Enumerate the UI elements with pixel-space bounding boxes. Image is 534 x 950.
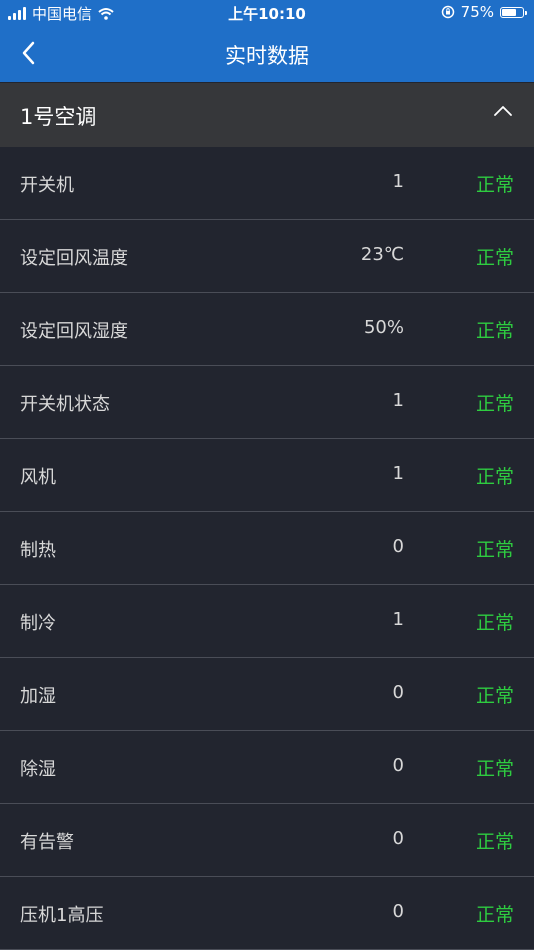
chevron-up-icon[interactable] <box>494 105 512 117</box>
status-text: 正常 <box>475 320 514 342</box>
battery-icon <box>500 6 527 18</box>
row-value: 0 <box>392 901 404 922</box>
row-value: 1 <box>392 171 404 192</box>
rotation-lock-icon <box>441 5 454 19</box>
row-label: 除湿 <box>20 759 56 780</box>
status-right: 75% <box>441 3 527 21</box>
battery-fill <box>502 8 516 16</box>
row-value: 0 <box>392 536 404 557</box>
row-label: 制热 <box>20 540 56 561</box>
status-text: 正常 <box>475 393 514 415</box>
row-label: 有告警 <box>20 832 74 853</box>
list-item: 除湿 0 正常 <box>0 731 534 804</box>
status-text: 正常 <box>475 758 514 780</box>
status-text: 正常 <box>475 685 514 707</box>
row-value: 1 <box>392 390 404 411</box>
row-label: 开关机状态 <box>20 394 110 415</box>
list-item: 压机1高压 0 正常 <box>0 877 534 950</box>
row-value: 1 <box>392 463 404 484</box>
row-label: 设定回风温度 <box>20 248 128 269</box>
row-label: 制冷 <box>20 613 56 634</box>
list-item: 开关机 1 正常 <box>0 147 534 220</box>
status-bar: 中国电信 上午10:10 75% <box>0 0 534 24</box>
list-item: 加湿 0 正常 <box>0 658 534 731</box>
row-label: 设定回风湿度 <box>20 321 128 342</box>
status-text: 正常 <box>475 247 514 269</box>
status-text: 正常 <box>475 904 514 926</box>
status-text: 正常 <box>475 539 514 561</box>
status-text: 正常 <box>475 174 514 196</box>
row-value: 0 <box>392 682 404 703</box>
group-header-ac1[interactable]: 1号空调 <box>0 83 534 147</box>
list-item: 设定回风温度 23℃ 正常 <box>0 220 534 293</box>
list-item: 风机 1 正常 <box>0 439 534 512</box>
data-list: 开关机 1 正常 设定回风温度 23℃ 正常 设定回风湿度 50% 正常 开关机状态 1 正常 风机 1 正… <box>0 147 534 950</box>
row-value: 23℃ <box>360 244 404 265</box>
row-label: 加湿 <box>20 686 56 707</box>
battery-percent: 75% <box>460 3 494 21</box>
status-text: 正常 <box>475 612 514 634</box>
row-label: 风机 <box>20 467 56 488</box>
navigation-bar: 实时数据 <box>0 24 534 82</box>
row-value: 50% <box>363 317 404 338</box>
row-value: 0 <box>392 755 404 776</box>
status-text: 正常 <box>475 466 514 488</box>
page-title: 实时数据 <box>225 44 309 68</box>
status-text: 正常 <box>475 831 514 853</box>
list-item: 有告警 0 正常 <box>0 804 534 877</box>
list-item: 开关机状态 1 正常 <box>0 366 534 439</box>
row-label: 压机1高压 <box>20 905 104 926</box>
group-title: 1号空调 <box>20 105 97 129</box>
row-label: 开关机 <box>20 175 74 196</box>
row-value: 0 <box>392 828 404 849</box>
list-item: 制热 0 正常 <box>0 512 534 585</box>
list-item: 制冷 1 正常 <box>0 585 534 658</box>
row-value: 1 <box>392 609 404 630</box>
list-item: 设定回风湿度 50% 正常 <box>0 293 534 366</box>
